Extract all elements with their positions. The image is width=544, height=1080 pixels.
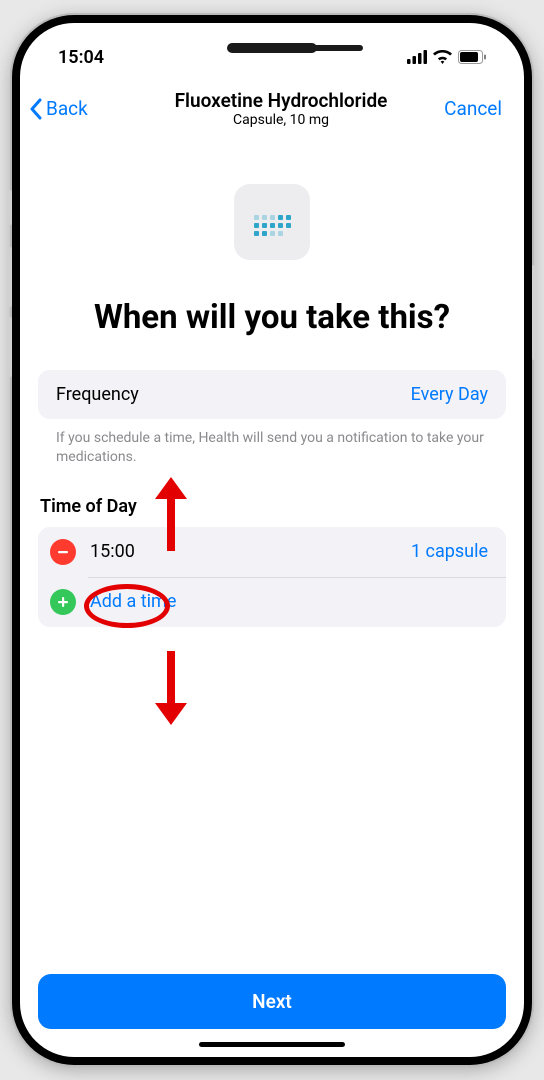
home-indicator[interactable] — [199, 1042, 345, 1047]
time-value[interactable]: 15:00 — [90, 541, 397, 562]
status-time: 15:04 — [58, 47, 104, 68]
cancel-button[interactable]: Cancel — [434, 97, 514, 120]
time-list: 15:00 1 capsule Add a time — [38, 527, 506, 627]
time-section-header: Time of Day — [38, 496, 506, 517]
nav-subtitle: Capsule, 10 mg — [128, 112, 434, 128]
add-time-label: Add a time — [90, 591, 176, 612]
navigation-bar: Back Fluoxetine Hydrochloride Capsule, 1… — [20, 79, 524, 139]
back-label: Back — [46, 97, 88, 120]
status-icons — [407, 50, 486, 64]
add-time-button[interactable] — [50, 589, 76, 615]
wifi-icon — [433, 50, 452, 64]
add-time-row[interactable]: Add a time — [38, 577, 506, 627]
chevron-left-icon — [28, 98, 44, 120]
frequency-label: Frequency — [56, 384, 139, 405]
status-bar: 15:04 — [20, 23, 524, 79]
calendar-icon — [234, 184, 310, 260]
hero-icon — [38, 184, 506, 260]
frequency-value: Every Day — [411, 384, 488, 405]
frequency-row[interactable]: Frequency Every Day — [38, 370, 506, 419]
hint-text: If you schedule a time, Health will send… — [38, 419, 506, 468]
page-headline: When will you take this? — [38, 298, 506, 338]
time-row[interactable]: 15:00 1 capsule — [38, 527, 506, 577]
next-button[interactable]: Next — [38, 974, 506, 1029]
back-button[interactable]: Back — [28, 97, 128, 120]
plus-icon — [56, 595, 70, 609]
minus-icon — [56, 545, 70, 559]
remove-time-button[interactable] — [50, 539, 76, 565]
cellular-icon — [407, 50, 427, 64]
battery-icon — [458, 50, 486, 64]
dose-value[interactable]: 1 capsule — [411, 541, 488, 562]
nav-title: Fluoxetine Hydrochloride — [128, 89, 434, 112]
